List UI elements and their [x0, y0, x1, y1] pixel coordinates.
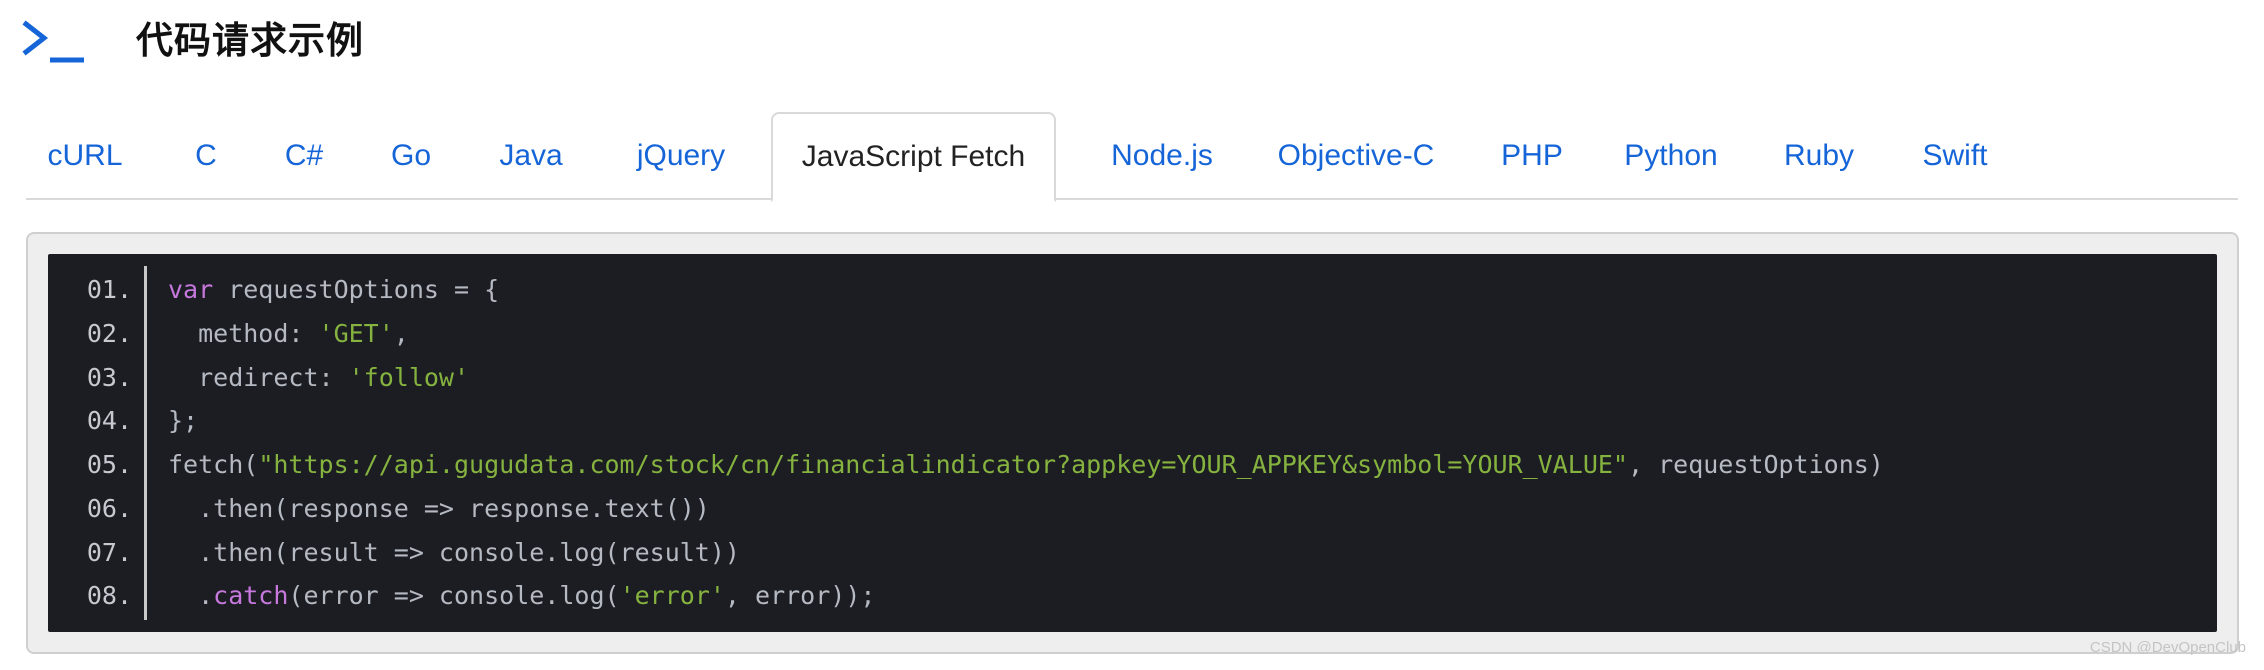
line-number: 07. — [86, 537, 132, 567]
tab-python[interactable]: Python — [1606, 112, 1736, 200]
tab-jquery[interactable]: jQuery — [620, 112, 742, 200]
tab-swift[interactable]: Swift — [1900, 112, 2010, 200]
code-token: , requestOptions) — [1627, 450, 1884, 480]
code-token: catch — [213, 581, 289, 611]
line-number: 02. — [86, 318, 132, 348]
code-text: method: 'GET', — [168, 312, 409, 356]
tab-csharp[interactable]: C# — [266, 112, 342, 200]
code-token: .then(result => console.log(result)) — [168, 537, 740, 567]
code-text: .then(result => console.log(result)) — [168, 531, 740, 575]
code-token: }; — [168, 406, 199, 436]
tab-ruby[interactable]: Ruby — [1764, 112, 1874, 200]
code-panel: 01. var requestOptions = {02. method: 'GE… — [26, 232, 2239, 654]
section-header: 代码请求示例 — [22, 6, 722, 66]
line-number: 03. — [86, 362, 132, 392]
code-token: (error => console.log( — [288, 581, 620, 611]
tab-java[interactable]: Java — [482, 112, 580, 200]
code-line: 07. .then(result => console.log(result)) — [48, 531, 2217, 575]
code-line: 01. var requestOptions = { — [48, 268, 2217, 312]
watermark: CSDN @DevOpenClub — [2089, 639, 2246, 656]
code-token: requestOptions = { — [213, 275, 500, 304]
code-token: var — [168, 275, 214, 304]
code-token: 'GET' — [318, 318, 394, 348]
tab-curl[interactable]: cURL — [26, 112, 144, 200]
code-line: 02. method: 'GET', — [48, 312, 2217, 356]
tab-c[interactable]: C — [176, 112, 236, 200]
line-number: 08. — [86, 581, 132, 611]
code-block[interactable]: 01. var requestOptions = {02. method: 'GE… — [48, 254, 2217, 632]
tab-php[interactable]: PHP — [1482, 112, 1582, 200]
code-text: .then(response => response.text()) — [168, 487, 710, 531]
code-text: fetch("https://api.gugudata.com/stock/cn… — [168, 443, 1884, 487]
code-text: }; — [168, 399, 198, 443]
terminal-prompt-icon — [22, 20, 84, 63]
code-token: method: — [168, 318, 319, 348]
tab-go[interactable]: Go — [376, 112, 446, 200]
code-token: fetch( — [168, 450, 259, 480]
line-number: 04. — [86, 406, 132, 436]
line-number: 06. — [86, 493, 132, 523]
code-text: var requestOptions = { — [168, 268, 499, 312]
code-token: . — [168, 581, 214, 611]
tab-javascript-fetch[interactable]: JavaScript Fetch — [771, 112, 1056, 202]
code-token: 'error' — [619, 581, 725, 611]
code-line: 08. .catch(error => console.log('error',… — [48, 574, 2217, 618]
code-text: .catch(error => console.log('error', err… — [168, 574, 875, 618]
section-title: 代码请求示例 — [136, 20, 364, 61]
tab-nodejs[interactable]: Node.js — [1086, 112, 1238, 200]
code-line: 05. fetch("https://api.gugudata.com/stock… — [48, 443, 2217, 487]
code-token: , — [393, 318, 409, 348]
code-token: 'follow' — [348, 362, 470, 392]
line-number: 05. — [86, 450, 132, 480]
language-tabs: cURL C C# Go Java jQuery JavaScript Fetc… — [26, 112, 2238, 202]
code-token: .then(response => response.text()) — [168, 493, 710, 523]
code-token: redirect: — [168, 362, 349, 392]
code-line: 06. .then(response => response.text()) — [48, 487, 2217, 531]
code-line: 04.}; — [48, 399, 2217, 443]
code-line: 03. redirect: 'follow' — [48, 356, 2217, 400]
code-text: redirect: 'follow' — [168, 356, 469, 400]
tab-objective-c[interactable]: Objective-C — [1256, 112, 1456, 200]
code-token: , error)); — [724, 581, 876, 611]
line-number: 01. — [86, 275, 132, 304]
code-token: "https://api.gugudata.com/stock/cn/finan… — [258, 450, 1628, 480]
